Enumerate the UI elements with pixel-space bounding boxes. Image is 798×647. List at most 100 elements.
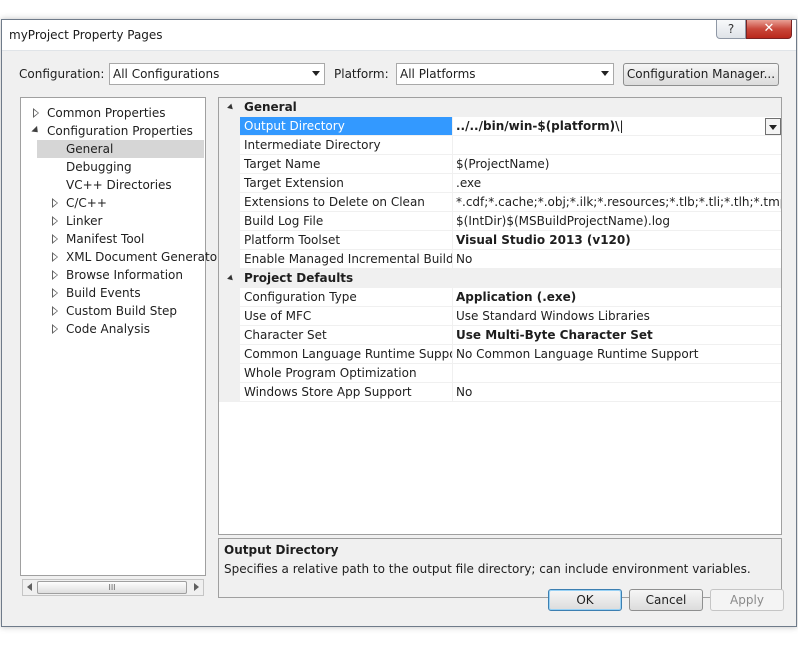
property-value[interactable]: No: [453, 250, 781, 269]
expand-arrow-icon[interactable]: [52, 288, 58, 298]
row-gutter: [219, 364, 240, 383]
property-value-text: Visual Studio 2013 (v120): [456, 233, 631, 247]
expand-arrow-icon[interactable]: [52, 324, 58, 334]
property-name[interactable]: Whole Program Optimization: [240, 364, 453, 383]
tree-horizontal-scrollbar[interactable]: III: [22, 579, 204, 596]
tree-item[interactable]: VC++ Directories: [21, 176, 205, 194]
property-value[interactable]: $(ProjectName): [453, 155, 781, 174]
property-row[interactable]: Output Directory ../../bin/win-$(platform…: [219, 117, 781, 136]
expand-arrow-icon[interactable]: [52, 216, 58, 226]
category-title: General: [244, 100, 297, 114]
property-row[interactable]: Target Extension .exe: [219, 174, 781, 193]
category-row[interactable]: General: [219, 98, 781, 117]
tree-item-label: Common Properties: [47, 106, 166, 120]
tree-item[interactable]: Custom Build Step: [21, 302, 205, 320]
property-name[interactable]: Intermediate Directory: [240, 136, 453, 155]
property-value[interactable]: $(IntDir)$(MSBuildProjectName).log: [453, 212, 781, 231]
property-value[interactable]: Application (.exe): [453, 288, 781, 307]
help-button[interactable]: ?: [716, 20, 746, 39]
tree-item-label: Build Events: [66, 286, 141, 300]
tree-item-label: Browse Information: [66, 268, 183, 282]
property-value[interactable]: Visual Studio 2013 (v120): [453, 231, 781, 250]
property-name[interactable]: Character Set: [240, 326, 453, 345]
tree-item[interactable]: Debugging: [21, 158, 205, 176]
property-row[interactable]: Platform Toolset Visual Studio 2013 (v120…: [219, 231, 781, 250]
property-value-input[interactable]: ../../bin/win-$(platform)\|I: [453, 117, 781, 136]
configuration-dropdown[interactable]: All Configurations: [109, 63, 325, 85]
expand-arrow-icon[interactable]: [52, 198, 58, 208]
expand-arrow-icon[interactable]: [33, 108, 39, 118]
expand-arrow-icon[interactable]: [52, 252, 58, 262]
property-value[interactable]: No Common Language Runtime Support: [453, 345, 781, 364]
tree-item[interactable]: Linker: [21, 212, 205, 230]
property-row[interactable]: Intermediate Directory: [219, 136, 781, 155]
property-name[interactable]: Use of MFC: [240, 307, 453, 326]
property-value[interactable]: No: [453, 383, 781, 402]
property-row[interactable]: Extensions to Delete on Clean *.cdf;*.cac…: [219, 193, 781, 212]
property-name[interactable]: Platform Toolset: [240, 231, 453, 250]
property-row[interactable]: Whole Program Optimization: [219, 364, 781, 383]
property-row[interactable]: Common Language Runtime Support No Common…: [219, 345, 781, 364]
property-tree[interactable]: Common Properties Configuration Propertie…: [20, 97, 222, 576]
property-name[interactable]: Extensions to Delete on Clean: [240, 193, 453, 212]
scroll-left-icon[interactable]: [27, 583, 32, 591]
property-row[interactable]: Character Set Use Multi-Byte Character Se…: [219, 326, 781, 345]
scroll-thumb[interactable]: III: [37, 581, 187, 594]
value-dropdown-button[interactable]: [765, 118, 781, 135]
close-button[interactable]: ✕: [746, 20, 792, 39]
property-row[interactable]: Windows Store App Support No: [219, 383, 781, 402]
tree-item[interactable]: C/C++: [21, 194, 205, 212]
row-gutter: [219, 155, 240, 174]
property-value[interactable]: Use Standard Windows Libraries: [453, 307, 781, 326]
platform-dropdown[interactable]: All Platforms: [396, 63, 614, 85]
row-gutter: [219, 345, 240, 364]
apply-button[interactable]: Apply: [710, 589, 784, 611]
row-gutter: [219, 307, 240, 326]
property-name[interactable]: Common Language Runtime Support: [240, 345, 453, 364]
property-row[interactable]: Target Name $(ProjectName): [219, 155, 781, 174]
property-row[interactable]: Configuration Type Application (.exe): [219, 288, 781, 307]
configuration-manager-button[interactable]: Configuration Manager...: [623, 63, 779, 86]
property-value-text: No Common Language Runtime Support: [456, 347, 699, 361]
property-value[interactable]: [453, 136, 781, 155]
tree-item[interactable]: Configuration Properties: [21, 122, 205, 140]
tree-item[interactable]: Code Analysis: [21, 320, 205, 338]
chevron-down-icon: [601, 71, 609, 76]
expand-arrow-icon[interactable]: [52, 234, 58, 244]
row-gutter: [219, 212, 240, 231]
property-row[interactable]: Use of MFC Use Standard Windows Libraries: [219, 307, 781, 326]
property-name[interactable]: Build Log File: [240, 212, 453, 231]
cancel-button-label: Cancel: [645, 593, 687, 607]
category-row[interactable]: Project Defaults: [219, 269, 781, 288]
property-value[interactable]: *.cdf;*.cache;*.obj;*.ilk;*.resources;*.…: [453, 193, 781, 212]
property-name[interactable]: Configuration Type: [240, 288, 453, 307]
property-name[interactable]: Target Name: [240, 155, 453, 174]
property-name[interactable]: Enable Managed Incremental Build: [240, 250, 453, 269]
property-name[interactable]: Windows Store App Support: [240, 383, 453, 402]
property-value-text: ../../bin/win-$(platform)\: [456, 119, 620, 133]
collapse-arrow-icon[interactable]: [227, 103, 235, 112]
property-row[interactable]: Enable Managed Incremental Build No: [219, 250, 781, 269]
collapse-arrow-icon[interactable]: [31, 125, 41, 136]
tree-item[interactable]: XML Document Generator: [21, 248, 222, 266]
row-gutter: [219, 383, 240, 402]
property-name[interactable]: Target Extension: [240, 174, 453, 193]
property-grid[interactable]: General Output Directory ../../bin/win-$(p…: [218, 97, 782, 535]
cancel-button[interactable]: Cancel: [629, 589, 703, 611]
property-name[interactable]: Output Directory: [240, 117, 453, 136]
scroll-right-icon[interactable]: [194, 583, 199, 591]
collapse-arrow-icon[interactable]: [227, 274, 235, 283]
property-value[interactable]: .exe: [453, 174, 781, 193]
tree-item[interactable]: General: [37, 140, 204, 158]
property-value[interactable]: Use Multi-Byte Character Set: [453, 326, 781, 345]
property-value[interactable]: [453, 364, 781, 383]
property-value-text: .exe: [456, 176, 482, 190]
tree-item[interactable]: Build Events: [21, 284, 205, 302]
tree-item[interactable]: Browse Information: [21, 266, 205, 284]
ok-button[interactable]: OK: [548, 589, 622, 611]
property-row[interactable]: Build Log File $(IntDir)$(MSBuildProjectN…: [219, 212, 781, 231]
tree-item[interactable]: Common Properties: [21, 104, 205, 122]
expand-arrow-icon[interactable]: [52, 306, 58, 316]
expand-arrow-icon[interactable]: [52, 270, 58, 280]
tree-item[interactable]: Manifest Tool: [21, 230, 205, 248]
